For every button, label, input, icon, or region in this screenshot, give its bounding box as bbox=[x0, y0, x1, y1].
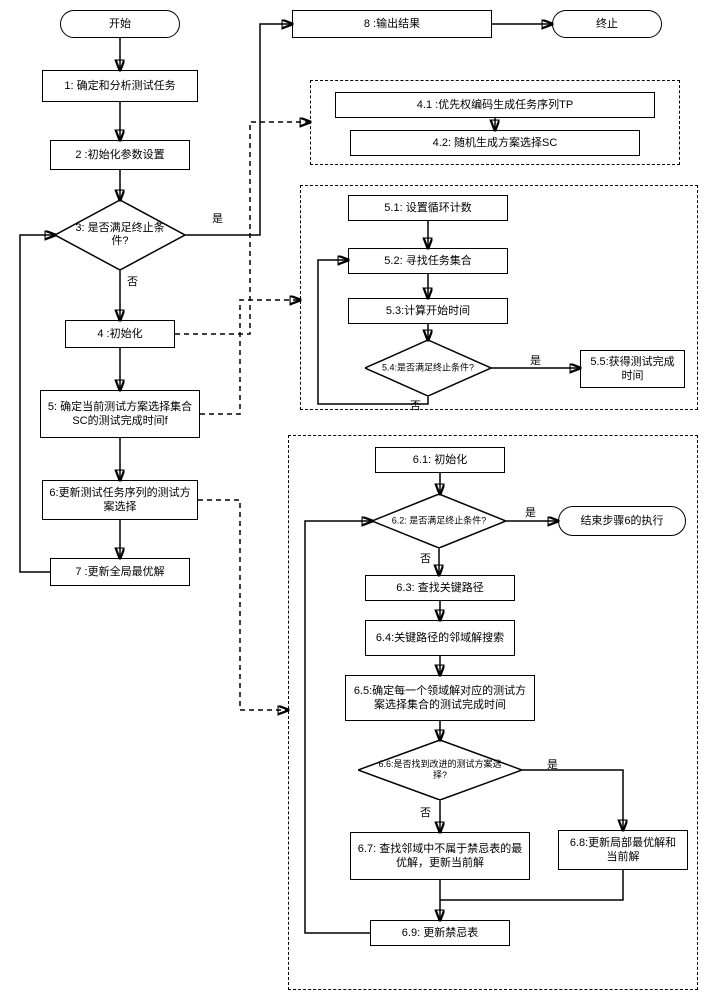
step-7: 7 :更新全局最优解 bbox=[50, 558, 190, 586]
step-5-1-label: 5.1: 设置循环计数 bbox=[384, 201, 471, 215]
step-4-1-label: 4.1 :优先权编码生成任务序列TP bbox=[417, 98, 573, 112]
step-4-1: 4.1 :优先权编码生成任务序列TP bbox=[335, 92, 655, 118]
step-6-1-label: 6.1: 初始化 bbox=[413, 453, 467, 467]
label-3-yes: 是 bbox=[212, 210, 223, 226]
step-6-7-label: 6.7: 查找邻域中不属于禁忌表的最优解，更新当前解 bbox=[357, 842, 523, 871]
step-7-label: 7 :更新全局最优解 bbox=[75, 565, 164, 579]
step-2: 2 :初始化参数设置 bbox=[50, 140, 190, 170]
step-5-label: 5: 确定当前测试方案选择集合SC的测试完成时间f bbox=[47, 400, 193, 429]
step-5: 5: 确定当前测试方案选择集合SC的测试完成时间f bbox=[40, 390, 200, 438]
step-6-5: 6.5:确定每一个领域解对应的测试方案选择集合的测试完成时间 bbox=[345, 675, 535, 721]
step-5-3-label: 5.3:计算开始时间 bbox=[386, 304, 470, 318]
step-5-2: 5.2: 寻找任务集合 bbox=[348, 248, 508, 274]
label-66-yes: 是 bbox=[547, 756, 558, 772]
step-4: 4 :初始化 bbox=[65, 320, 175, 348]
step-6-6-decision: 6.6:是否找到改进的测试方案选择? bbox=[358, 740, 522, 800]
step-5-1: 5.1: 设置循环计数 bbox=[348, 195, 508, 221]
step-5-5: 5.5:获得测试完成时间 bbox=[580, 350, 685, 388]
step-6-7: 6.7: 查找邻域中不属于禁忌表的最优解，更新当前解 bbox=[350, 832, 530, 880]
step-6-4: 6.4:关键路径的邻域解搜索 bbox=[365, 620, 515, 656]
label-54-yes: 是 bbox=[530, 352, 541, 368]
step-6-8: 6.8:更新局部最优解和当前解 bbox=[558, 830, 688, 870]
step-6-3: 6.3: 查找关键路径 bbox=[365, 575, 515, 601]
end-terminator: 终止 bbox=[552, 10, 662, 38]
step-6-5-label: 6.5:确定每一个领域解对应的测试方案选择集合的测试完成时间 bbox=[352, 684, 528, 713]
end-label: 终止 bbox=[596, 17, 618, 31]
step-5-2-label: 5.2: 寻找任务集合 bbox=[384, 254, 471, 268]
step-3-label: 3: 是否满足终止条件? bbox=[68, 222, 172, 248]
step-6-1: 6.1: 初始化 bbox=[375, 447, 505, 473]
step-5-5-label: 5.5:获得测试完成时间 bbox=[587, 355, 678, 384]
step-1: 1: 确定和分析测试任务 bbox=[42, 70, 198, 102]
step-6-2-label: 6.2: 是否满足终止条件? bbox=[385, 516, 492, 527]
step-6-9: 6.9: 更新禁忌表 bbox=[370, 920, 510, 946]
step-6: 6:更新测试任务序列的测试方案选择 bbox=[42, 480, 198, 520]
label-54-no: 否 bbox=[410, 397, 421, 413]
step-4-label: 4 :初始化 bbox=[97, 327, 142, 341]
step-6-4-label: 6.4:关键路径的邻域解搜索 bbox=[376, 631, 504, 645]
step-4-2-label: 4.2: 随机生成方案选择SC bbox=[433, 136, 558, 150]
step-6-8-label: 6.8:更新局部最优解和当前解 bbox=[565, 836, 681, 865]
step-1-label: 1: 确定和分析测试任务 bbox=[64, 79, 175, 93]
start-label: 开始 bbox=[109, 17, 131, 31]
step-5-3: 5.3:计算开始时间 bbox=[348, 298, 508, 324]
step-6-label: 6:更新测试任务序列的测试方案选择 bbox=[49, 486, 191, 515]
step-3-decision: 3: 是否满足终止条件? bbox=[55, 200, 185, 270]
step-8-label: 8 :输出结果 bbox=[364, 17, 420, 31]
step-6-exit-label: 结束步骤6的执行 bbox=[580, 514, 663, 528]
step-2-label: 2 :初始化参数设置 bbox=[75, 148, 164, 162]
label-62-yes: 是 bbox=[525, 504, 536, 520]
step-6-exit: 结束步骤6的执行 bbox=[558, 506, 686, 536]
step-6-9-label: 6.9: 更新禁忌表 bbox=[402, 926, 478, 940]
step-5-4-label: 5.4:是否满足终止条件? bbox=[378, 363, 479, 374]
label-3-no: 否 bbox=[127, 273, 138, 289]
step-5-4-decision: 5.4:是否满足终止条件? bbox=[365, 340, 491, 396]
step-4-2: 4.2: 随机生成方案选择SC bbox=[350, 130, 640, 156]
step-8: 8 :输出结果 bbox=[292, 10, 492, 38]
start-terminator: 开始 bbox=[60, 10, 180, 38]
label-62-no: 否 bbox=[420, 550, 431, 566]
label-66-no: 否 bbox=[420, 804, 431, 820]
step-6-3-label: 6.3: 查找关键路径 bbox=[396, 581, 483, 595]
step-6-6-label: 6.6:是否找到改进的测试方案选择? bbox=[374, 759, 505, 781]
step-6-2-decision: 6.2: 是否满足终止条件? bbox=[372, 494, 506, 548]
